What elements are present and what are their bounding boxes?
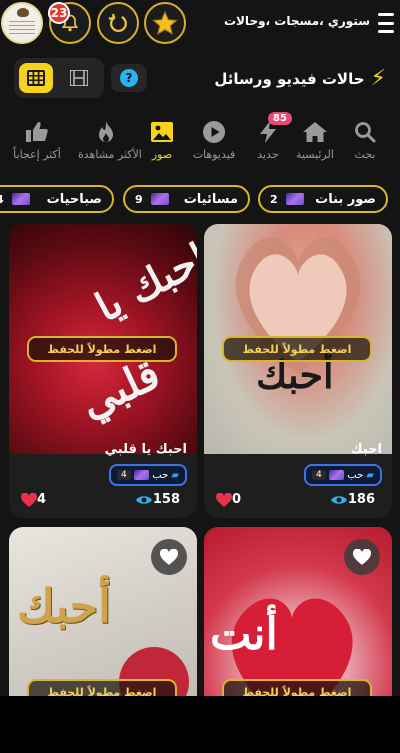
new-count-badge: 85 — [268, 112, 292, 125]
chip-label: صباحيات — [46, 191, 102, 207]
eye-icon — [135, 495, 152, 504]
folder-icon: ▰ — [366, 469, 374, 481]
grid-icon — [27, 70, 45, 86]
long-press-save-hint[interactable]: اضغط مطولاً للحفظ — [222, 336, 372, 362]
tag-label: حب — [152, 469, 169, 481]
page-title-text: حالات فيديو ورسائل — [214, 69, 365, 88]
like-count[interactable]: 0 — [216, 492, 246, 507]
folder-icon: ▰ — [171, 469, 179, 481]
film-icon — [70, 70, 88, 86]
top-bar: ستوري ،مسجات ،وحالات 23 — [0, 0, 400, 48]
chip-label: صور بنات — [315, 191, 376, 207]
image-caption: احبك يا — [88, 234, 197, 332]
eagle-icon — [17, 8, 29, 17]
search-icon — [355, 122, 376, 143]
bolt-icon: ⚡ — [370, 66, 386, 91]
notification-badge: 23 — [48, 2, 70, 24]
flame-icon — [99, 121, 113, 142]
view-count: 158 — [135, 492, 185, 507]
chip-thumbnail — [285, 193, 304, 205]
app-title: ستوري ،مسجات ،وحالات — [223, 14, 370, 28]
nav-label: بحث — [354, 148, 376, 161]
nav-images[interactable]: صور — [134, 118, 190, 161]
like-count-value: 4 — [37, 492, 47, 507]
image-caption: أحبك — [17, 579, 111, 633]
category-nav: بحث الرئيسية 85 جديد فيديوهات صور الأكثر… — [0, 112, 400, 168]
home-icon — [303, 122, 327, 142]
nav-most-liked[interactable]: أكثر إعجاباً — [9, 118, 65, 161]
long-press-save-hint[interactable]: اضغط مطولاً للحفظ — [27, 679, 177, 696]
tag-count: 4 — [117, 470, 131, 480]
nav-label: الأكثر مشاهدة — [78, 148, 142, 161]
like-count-value: 0 — [232, 492, 242, 507]
chip-label: مسائيات — [183, 191, 238, 207]
profile-avatar[interactable] — [1, 2, 43, 44]
card-title: احبك يا قلبي — [104, 442, 187, 457]
tag-thumbnail — [134, 470, 150, 480]
film-view-button[interactable] — [62, 63, 96, 93]
nav-label: صور — [151, 148, 173, 161]
card-title: احبك — [350, 442, 382, 457]
chip-count: 4 — [0, 193, 4, 206]
view-toggle — [14, 58, 104, 98]
favorites-button[interactable] — [144, 2, 186, 44]
image-card[interactable]: أحبك اضغط مطولاً للحفظ — [9, 527, 197, 696]
view-count-value: 158 — [152, 492, 180, 507]
image-card[interactable]: أحبك اضغط مطولاً للحفظ احبك ▰ حب 4 186 0 — [204, 224, 392, 518]
image-icon — [151, 122, 173, 142]
app-screen: ستوري ،مسجات ،وحالات 23 ? ⚡ حالات فيديو … — [0, 0, 400, 696]
chip-count: 9 — [135, 192, 143, 206]
refresh-icon — [108, 13, 127, 32]
eye-icon — [330, 495, 347, 504]
tag-label: حب — [347, 469, 364, 481]
play-icon — [203, 121, 225, 143]
chip-thumbnail — [11, 193, 30, 205]
help-icon: ? — [120, 69, 138, 87]
nav-label: جديد — [257, 148, 279, 161]
avatar-calligraphy — [9, 21, 35, 37]
image-caption: أنت — [210, 609, 278, 660]
menu-icon[interactable] — [378, 13, 394, 33]
refresh-button[interactable] — [97, 2, 139, 44]
card-tag[interactable]: ▰ حب 4 — [109, 464, 187, 486]
card-tag[interactable]: ▰ حب 4 — [304, 464, 382, 486]
grid-view-button[interactable] — [19, 63, 53, 93]
nav-new[interactable]: 85 جديد — [240, 112, 296, 161]
chip-count: 2 — [270, 192, 278, 206]
long-press-save-hint[interactable]: اضغط مطولاً للحفظ — [27, 336, 177, 362]
like-count[interactable]: 4 — [21, 492, 51, 507]
tag-thumbnail — [329, 470, 345, 480]
chip-evenings[interactable]: مسائيات 9 — [123, 185, 250, 213]
category-chips: صور بنات 2 مسائيات 9 صباحيات 4 — [0, 183, 400, 217]
view-count-value: 186 — [347, 492, 375, 507]
chip-mornings[interactable]: صباحيات 4 — [0, 185, 114, 213]
heart-icon — [216, 492, 232, 507]
heart-icon — [160, 549, 178, 565]
chip-girls-images[interactable]: صور بنات 2 — [258, 185, 388, 213]
image-card[interactable]: أنت اضغط مطولاً للحفظ — [204, 527, 392, 696]
nav-label: أكثر إعجاباً — [13, 148, 61, 161]
view-count: 186 — [330, 492, 380, 507]
nav-most-viewed[interactable]: الأكثر مشاهدة — [78, 118, 142, 161]
favorite-button[interactable] — [344, 539, 380, 575]
chip-thumbnail — [150, 193, 169, 205]
long-press-save-hint[interactable]: اضغط مطولاً للحفظ — [222, 679, 372, 696]
heart-icon — [21, 492, 37, 507]
tag-count: 4 — [312, 470, 326, 480]
heart-icon — [353, 549, 371, 565]
favorite-button[interactable] — [151, 539, 187, 575]
page-title: ⚡ حالات فيديو ورسائل — [214, 66, 386, 91]
star-icon — [152, 10, 178, 35]
help-button[interactable]: ? — [111, 64, 147, 92]
nav-search[interactable]: بحث — [337, 118, 393, 161]
thumbs-up-icon — [26, 122, 48, 142]
nav-videos[interactable]: فيديوهات — [186, 118, 242, 161]
image-card[interactable]: احبك يا قلبي اضغط مطولاً للحفظ احبك يا ق… — [9, 224, 197, 518]
nav-label: فيديوهات — [192, 148, 236, 161]
notifications-button[interactable]: 23 — [48, 2, 91, 44]
